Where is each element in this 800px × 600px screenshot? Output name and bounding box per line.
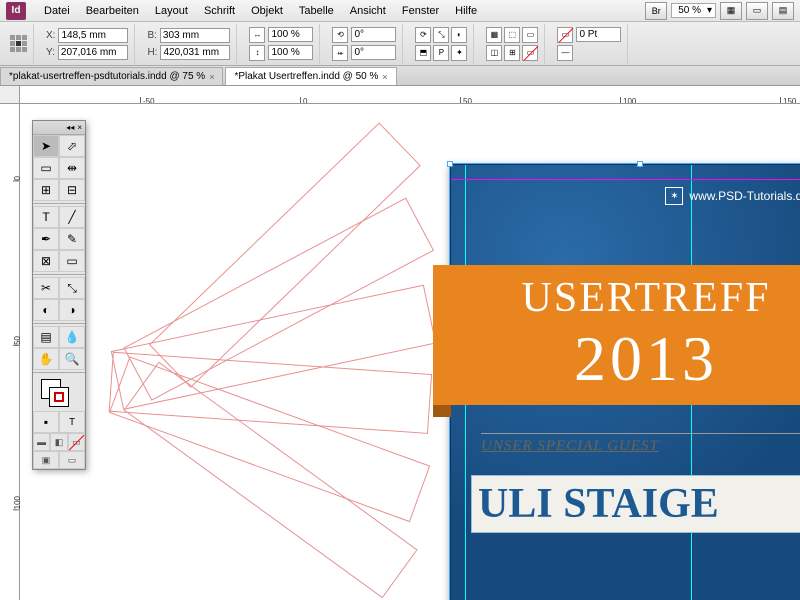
workspace: -50 0 50 100 150 0 50 100 ✶ www.PSD-Tuto… xyxy=(0,86,800,600)
apply-gradient[interactable]: ◧ xyxy=(50,433,67,451)
transform-icons[interactable]: ⟳⤡◐⬒P✦ xyxy=(415,27,467,61)
menu-layout[interactable]: Layout xyxy=(147,3,196,19)
butterfly-icon: ✶ xyxy=(665,187,683,205)
apply-color[interactable]: ▪ xyxy=(33,411,59,433)
gradient-swatch-tool[interactable]: ◐ xyxy=(33,299,59,321)
close-icon[interactable]: × xyxy=(382,72,387,82)
ruler-horizontal[interactable]: -50 0 50 100 150 xyxy=(20,86,800,104)
poster-banner[interactable]: USERTREFF 2013 xyxy=(433,265,800,405)
width-field[interactable] xyxy=(160,28,230,43)
line-tool[interactable]: ╱ xyxy=(59,206,85,228)
apply-fill[interactable]: ▬ xyxy=(33,433,50,451)
height-field[interactable] xyxy=(160,45,230,60)
poster-url: ✶ www.PSD-Tutorials.de xyxy=(665,187,800,205)
rectangle-tool[interactable]: ▭ xyxy=(59,250,85,272)
menu-file[interactable]: Datei xyxy=(36,3,78,19)
apply-none[interactable]: ▭ xyxy=(68,433,85,451)
menu-edit[interactable]: Bearbeiten xyxy=(78,3,147,19)
poster-guest[interactable]: ULI STAIGE xyxy=(471,475,800,533)
tools-panel[interactable]: ◂◂× ➤ ⬀ ▭ ⇹ ⊞ ⊟ T ╱ ✒ ✎ ⊠ ▭ ✂ ⤡ ◐ ◑ ▤ 💧 … xyxy=(32,120,86,470)
rectangle-frame-tool[interactable]: ⊠ xyxy=(33,250,59,272)
close-icon[interactable]: × xyxy=(209,72,214,82)
free-transform-tool[interactable]: ⤡ xyxy=(59,277,85,299)
scale-x-icon: ↔ xyxy=(249,27,265,43)
direct-selection-tool[interactable]: ⬀ xyxy=(59,135,85,157)
scale-y-field[interactable] xyxy=(268,45,313,60)
ruler-vertical[interactable]: 0 50 100 xyxy=(0,104,20,600)
menu-type[interactable]: Schrift xyxy=(196,3,243,19)
collapse-icon[interactable]: ◂◂ xyxy=(66,123,74,132)
pencil-tool[interactable]: ✎ xyxy=(59,228,85,250)
menu-help[interactable]: Hilfe xyxy=(447,3,485,19)
selection-tool[interactable]: ➤ xyxy=(33,135,59,157)
canvas[interactable]: ✶ www.PSD-Tutorials.de USERTREFF 2013 UN… xyxy=(20,104,800,600)
fill-stroke-swatch[interactable] xyxy=(33,375,85,411)
menu-view[interactable]: Ansicht xyxy=(342,3,394,19)
screen-mode-icon[interactable]: ▭ xyxy=(746,2,768,20)
content-placer-tool[interactable]: ⊟ xyxy=(59,179,85,201)
menu-bar: Id Datei Bearbeiten Layout Schrift Objek… xyxy=(0,0,800,22)
rotate-field[interactable] xyxy=(351,27,396,42)
close-icon[interactable]: × xyxy=(77,123,82,132)
object-icons[interactable]: ▦⬚▭◫⊞▭ xyxy=(486,27,538,61)
document-tabs: *plakat-usertreffen-psdtutorials.indd @ … xyxy=(0,66,800,86)
content-collector-tool[interactable]: ⊞ xyxy=(33,179,59,201)
arrange-icon[interactable]: ▤ xyxy=(772,2,794,20)
shear-icon: ⬰ xyxy=(332,45,348,61)
tab-doc-1[interactable]: *plakat-usertreffen-psdtutorials.indd @ … xyxy=(0,67,223,85)
pen-tool[interactable]: ✒ xyxy=(33,228,59,250)
app-logo: Id xyxy=(6,2,26,20)
y-field[interactable] xyxy=(58,45,128,60)
note-tool[interactable]: ▤ xyxy=(33,326,59,348)
ruler-corner[interactable] xyxy=(0,86,20,104)
view-options-icon[interactable]: ▦ xyxy=(720,2,742,20)
guide[interactable] xyxy=(451,179,800,180)
apply-text[interactable]: T xyxy=(59,411,85,433)
poster-subhead: UNSER SPECIAL GUEST xyxy=(481,433,800,455)
preview-view[interactable]: ▭ xyxy=(59,451,85,469)
poster-title: USERTREFF xyxy=(522,274,771,322)
fill-none-icon[interactable]: ▭ xyxy=(557,27,573,43)
banner-fold xyxy=(433,405,451,417)
hand-tool[interactable]: ✋ xyxy=(33,348,59,370)
bridge-button[interactable]: Br xyxy=(645,2,667,20)
type-tool[interactable]: T xyxy=(33,206,59,228)
normal-view[interactable]: ▣ xyxy=(33,451,59,469)
shear-field[interactable] xyxy=(351,45,396,60)
zoom-tool[interactable]: 🔍 xyxy=(59,348,85,370)
scissors-tool[interactable]: ✂ xyxy=(33,277,59,299)
zoom-dropdown[interactable]: 50 % xyxy=(671,3,716,18)
scale-y-icon: ↕ xyxy=(249,45,265,61)
reference-point[interactable] xyxy=(4,24,34,64)
gap-tool[interactable]: ⇹ xyxy=(59,157,85,179)
menu-table[interactable]: Tabelle xyxy=(291,3,342,19)
gradient-feather-tool[interactable]: ◑ xyxy=(59,299,85,321)
tab-doc-2[interactable]: *Plakat Usertreffen.indd @ 50 %× xyxy=(225,67,396,85)
page-tool[interactable]: ▭ xyxy=(33,157,59,179)
scale-x-field[interactable] xyxy=(268,27,313,42)
rotate-icon: ⟲ xyxy=(332,27,348,43)
poster-frame[interactable]: ✶ www.PSD-Tutorials.de USERTREFF 2013 UN… xyxy=(450,164,800,600)
eyedropper-tool[interactable]: 💧 xyxy=(59,326,85,348)
menu-object[interactable]: Objekt xyxy=(243,3,291,19)
menu-window[interactable]: Fenster xyxy=(394,3,447,19)
stroke-weight-field[interactable] xyxy=(576,27,621,42)
control-bar: X: Y: B: H: ↔ ↕ ⟲ ⬰ ⟳⤡◐⬒P✦ ▦⬚▭◫⊞▭ ▭ — xyxy=(0,22,800,66)
poster-year: 2013 xyxy=(574,322,718,396)
stroke-style-icon[interactable]: — xyxy=(557,45,573,61)
x-field[interactable] xyxy=(58,28,128,43)
